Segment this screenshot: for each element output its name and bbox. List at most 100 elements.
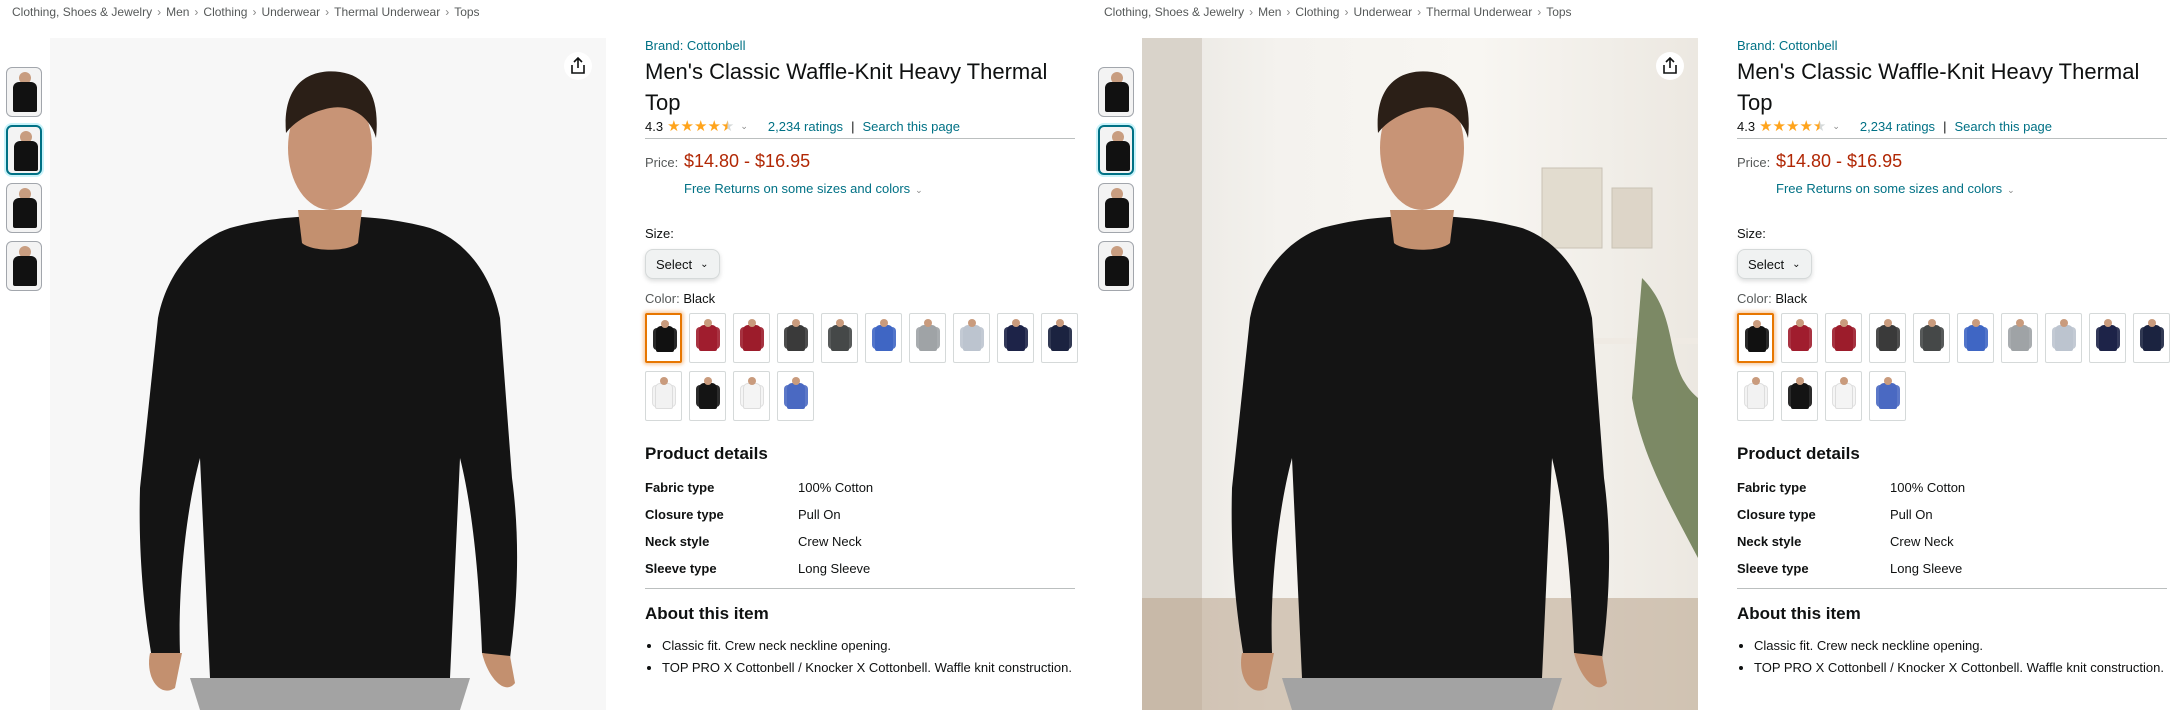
color-swatch[interactable] — [645, 313, 682, 363]
color-swatch[interactable] — [865, 313, 902, 363]
color-swatch[interactable] — [1737, 371, 1774, 421]
color-swatch[interactable] — [1913, 313, 1950, 363]
main-product-image[interactable] — [1142, 38, 1698, 710]
breadcrumb-separator: › — [1344, 5, 1349, 19]
thumbnail-shirt — [13, 82, 37, 112]
detail-key: Closure type — [1737, 507, 1816, 522]
swatch-model-head — [836, 319, 844, 327]
price-range: $14.80 - $16.95 — [684, 151, 811, 171]
brand-link[interactable]: Brand: Cottonbell — [1737, 38, 2167, 53]
image-thumbnail[interactable] — [6, 67, 42, 117]
size-select-value: Select — [1748, 256, 1785, 272]
breadcrumb-item[interactable]: Men — [1258, 5, 1281, 19]
swatch-shirt — [1747, 383, 1765, 409]
color-swatch[interactable] — [2089, 313, 2126, 363]
color-swatch[interactable] — [2045, 313, 2082, 363]
color-swatch[interactable] — [2001, 313, 2038, 363]
image-thumbnail[interactable] — [6, 241, 42, 291]
brand-link[interactable]: Brand: Cottonbell — [645, 38, 1075, 53]
free-returns-link[interactable]: Free Returns on some sizes and colors ⌄ — [684, 181, 1075, 196]
color-swatch[interactable] — [909, 313, 946, 363]
color-swatch[interactable] — [997, 313, 1034, 363]
free-returns-link[interactable]: Free Returns on some sizes and colors ⌄ — [1776, 181, 2167, 196]
star-rating[interactable]: ★ ★ ★ ★ ★ — [1759, 119, 1826, 134]
color-swatch[interactable] — [1781, 371, 1818, 421]
image-thumbnail[interactable] — [1098, 67, 1134, 117]
breadcrumb-separator: › — [1249, 5, 1254, 19]
main-product-image[interactable] — [50, 38, 606, 710]
image-thumbnail[interactable] — [1098, 183, 1134, 233]
chevron-down-icon[interactable]: ⌄ — [740, 121, 748, 132]
star-icon: ★ — [1759, 118, 1773, 135]
search-page-link[interactable]: Search this page — [862, 119, 960, 134]
color-swatch[interactable] — [1825, 313, 1862, 363]
swatch-model-head — [748, 319, 756, 327]
swatch-shirt — [2055, 325, 2073, 351]
ratings-count-link[interactable]: 2,234 ratings — [1860, 119, 1935, 134]
product-details-title: Product details — [645, 444, 768, 463]
pants — [190, 678, 470, 710]
color-swatch[interactable] — [1041, 313, 1078, 363]
color-swatch[interactable] — [2133, 313, 2170, 363]
detail-row: Fabric type 100% Cotton — [1737, 474, 2167, 501]
rating-row: 4.3 ★ ★ ★ ★ ★ ⌄ 2,234 ratings | Search this … — [645, 119, 1075, 139]
price-row: Price: $14.80 - $16.95 — [645, 151, 1075, 172]
image-thumbnail[interactable] — [1098, 125, 1134, 175]
product-title: Men's Classic Waffle-Knit Heavy Thermal … — [1737, 59, 2140, 115]
star-rating[interactable]: ★ ★ ★ ★ ★ — [667, 119, 734, 134]
detail-row: Closure type Pull On — [1737, 501, 2167, 528]
swatch-shirt — [787, 325, 805, 351]
free-returns-text: Free Returns on some sizes and colors — [1776, 181, 2003, 196]
size-select[interactable]: Select ⌄ — [1737, 249, 1812, 279]
color-swatch[interactable] — [953, 313, 990, 363]
swatch-shirt — [743, 383, 761, 409]
breadcrumb-item[interactable]: Tops — [1546, 5, 1571, 19]
size-select[interactable]: Select ⌄ — [645, 249, 720, 279]
breadcrumb-item[interactable]: Men — [166, 5, 189, 19]
ratings-count-link[interactable]: 2,234 ratings — [768, 119, 843, 134]
color-label-prefix: Color: — [1737, 291, 1772, 306]
color-value: Black — [683, 291, 716, 306]
breadcrumb-item[interactable]: Underwear — [261, 5, 320, 19]
search-page-link[interactable]: Search this page — [1954, 119, 2052, 134]
size-select-value: Select — [656, 256, 693, 272]
color-swatch[interactable] — [821, 313, 858, 363]
breadcrumb-item[interactable]: Clothing, Shoes & Jewelry — [1104, 5, 1244, 19]
color-swatch[interactable] — [733, 313, 770, 363]
breadcrumb-item[interactable]: Thermal Underwear — [1426, 5, 1532, 19]
image-thumbnail[interactable] — [6, 125, 42, 175]
color-swatch[interactable] — [1781, 313, 1818, 363]
color-swatch[interactable] — [1869, 313, 1906, 363]
share-icon[interactable] — [564, 52, 592, 80]
color-swatch[interactable] — [1737, 313, 1774, 363]
breadcrumb-item[interactable]: Clothing — [203, 5, 247, 19]
breadcrumb-item[interactable]: Tops — [454, 5, 479, 19]
product-page-panel-right: Clothing, Shoes & Jewelry › Men › Clothing › U… — [1092, 0, 2172, 717]
breadcrumb-item[interactable]: Underwear — [1353, 5, 1412, 19]
color-swatch[interactable] — [1869, 371, 1906, 421]
breadcrumb-item[interactable]: Clothing, Shoes & Jewelry — [12, 5, 152, 19]
swatch-shirt — [1748, 326, 1766, 352]
image-thumbnail[interactable] — [1098, 241, 1134, 291]
swatch-model-head — [1972, 319, 1980, 327]
color-swatch[interactable] — [645, 371, 682, 421]
breadcrumb-item[interactable]: Thermal Underwear — [334, 5, 440, 19]
breadcrumb-item[interactable]: Clothing — [1295, 5, 1339, 19]
share-icon[interactable] — [1656, 52, 1684, 80]
breadcrumb-separator: › — [445, 5, 450, 19]
color-swatch[interactable] — [777, 313, 814, 363]
swatch-model-head — [1884, 377, 1892, 385]
about-item-list: Classic fit. Crew neck neckline opening.… — [645, 636, 1075, 677]
color-swatch[interactable] — [689, 313, 726, 363]
rating-value: 4.3 — [1737, 119, 1756, 134]
color-swatch[interactable] — [733, 371, 770, 421]
color-swatch[interactable] — [1825, 371, 1862, 421]
detail-row: Sleeve type Long Sleeve — [1737, 555, 2167, 582]
price-label: Price: — [645, 155, 679, 170]
chevron-down-icon[interactable]: ⌄ — [1832, 121, 1840, 132]
color-swatch[interactable] — [689, 371, 726, 421]
color-swatch[interactable] — [777, 371, 814, 421]
image-thumbnail[interactable] — [6, 183, 42, 233]
color-swatch[interactable] — [1957, 313, 1994, 363]
thumbnail-shirt — [1105, 256, 1129, 286]
